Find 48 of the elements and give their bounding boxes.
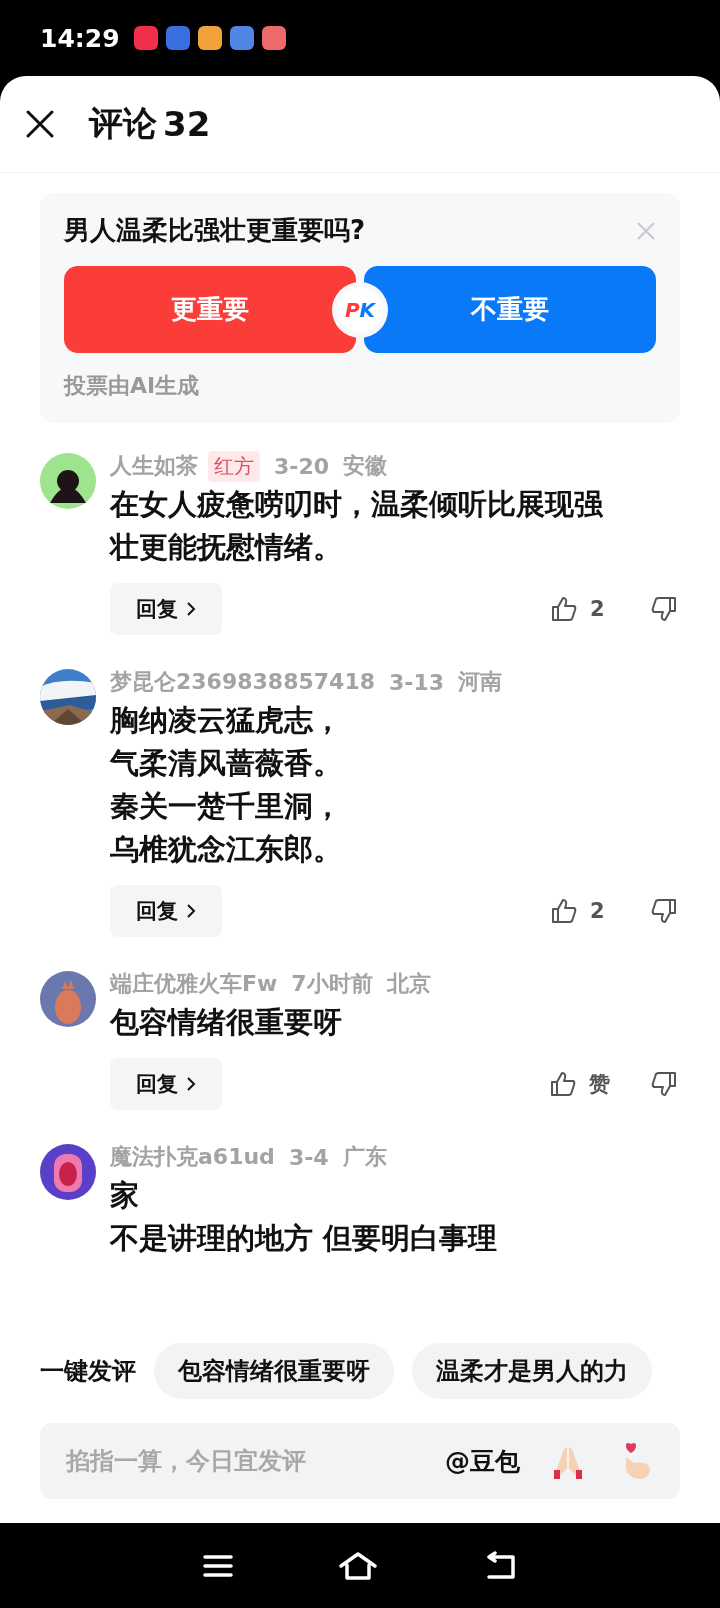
comment-region: 北京 <box>386 970 431 998</box>
comment-text: 胸纳凌云猛虎志， <box>110 702 343 739</box>
avatar-icon <box>40 971 96 1027</box>
comment-date: 3-20 <box>274 453 330 479</box>
comment-text: 乌椎犹念江东郎。 <box>110 831 343 868</box>
menu-icon[interactable] <box>202 1553 233 1578</box>
comment-text: 不是讲理的地方 但要明白事理 <box>110 1220 499 1257</box>
comment-date: 7小时前 <box>291 970 373 998</box>
like-count: 2 <box>590 597 606 621</box>
like-count: 赞 <box>589 1071 610 1098</box>
thumbs-up-icon[interactable] <box>549 1070 577 1098</box>
comment-region: 河南 <box>458 668 503 696</box>
close-icon[interactable] <box>25 109 55 139</box>
comment-date: 3-4 <box>288 1144 329 1170</box>
status-time: 14:29 <box>40 23 120 53</box>
home-icon[interactable] <box>338 1550 378 1581</box>
side-tag: 红方 <box>208 450 260 482</box>
reply-button[interactable]: 回复 <box>110 1058 222 1110</box>
comment-region: 广东 <box>342 1143 387 1171</box>
mention-button[interactable]: @豆包 <box>445 1444 520 1478</box>
comment-input-field[interactable]: 掐指一算，今日宜发评 @豆包 <box>40 1423 680 1499</box>
chevron-right-icon <box>186 903 196 919</box>
reply-button[interactable]: 回复 <box>110 583 222 635</box>
quick-comment-label: 一键发评 <box>40 1356 136 1387</box>
comment-text: 家 <box>110 1177 140 1214</box>
comment-count: 32 <box>163 104 211 144</box>
comment-date: 3-13 <box>389 669 445 695</box>
comment-text: 秦关一楚千里洞， <box>110 788 343 825</box>
poll-note: 投票由AI生成 <box>64 372 201 400</box>
avatar-icon <box>40 453 96 509</box>
thumbs-up-icon[interactable] <box>550 595 578 623</box>
thumbs-down-icon[interactable] <box>650 897 678 925</box>
poll-question: 男人温柔比强壮更重要吗? <box>64 214 366 247</box>
avatar-icon <box>40 1144 96 1200</box>
thumbs-down-icon[interactable] <box>650 1070 678 1098</box>
comment-text: 包容情绪很重要呀 <box>110 1004 343 1041</box>
comments-title: 评论 <box>89 102 157 145</box>
comment-text: 气柔清风蔷薇香。 <box>110 745 343 782</box>
like-count: 2 <box>590 899 606 923</box>
chevron-right-icon <box>186 601 196 617</box>
quick-comment-chip[interactable]: 包容情绪很重要呀 <box>154 1343 394 1399</box>
chevron-right-icon <box>186 1076 196 1092</box>
comment-text: 在女人疲惫唠叨时，温柔倾听比展现强壮更能抚慰情绪。 <box>110 486 604 566</box>
reply-button[interactable]: 回复 <box>110 885 222 937</box>
thumbs-up-icon[interactable] <box>550 897 578 925</box>
thumbs-down-icon[interactable] <box>650 595 678 623</box>
quick-comment-chip[interactable]: 温柔才是男人的力 <box>412 1343 652 1399</box>
comment-region: 安徽 <box>343 452 388 480</box>
